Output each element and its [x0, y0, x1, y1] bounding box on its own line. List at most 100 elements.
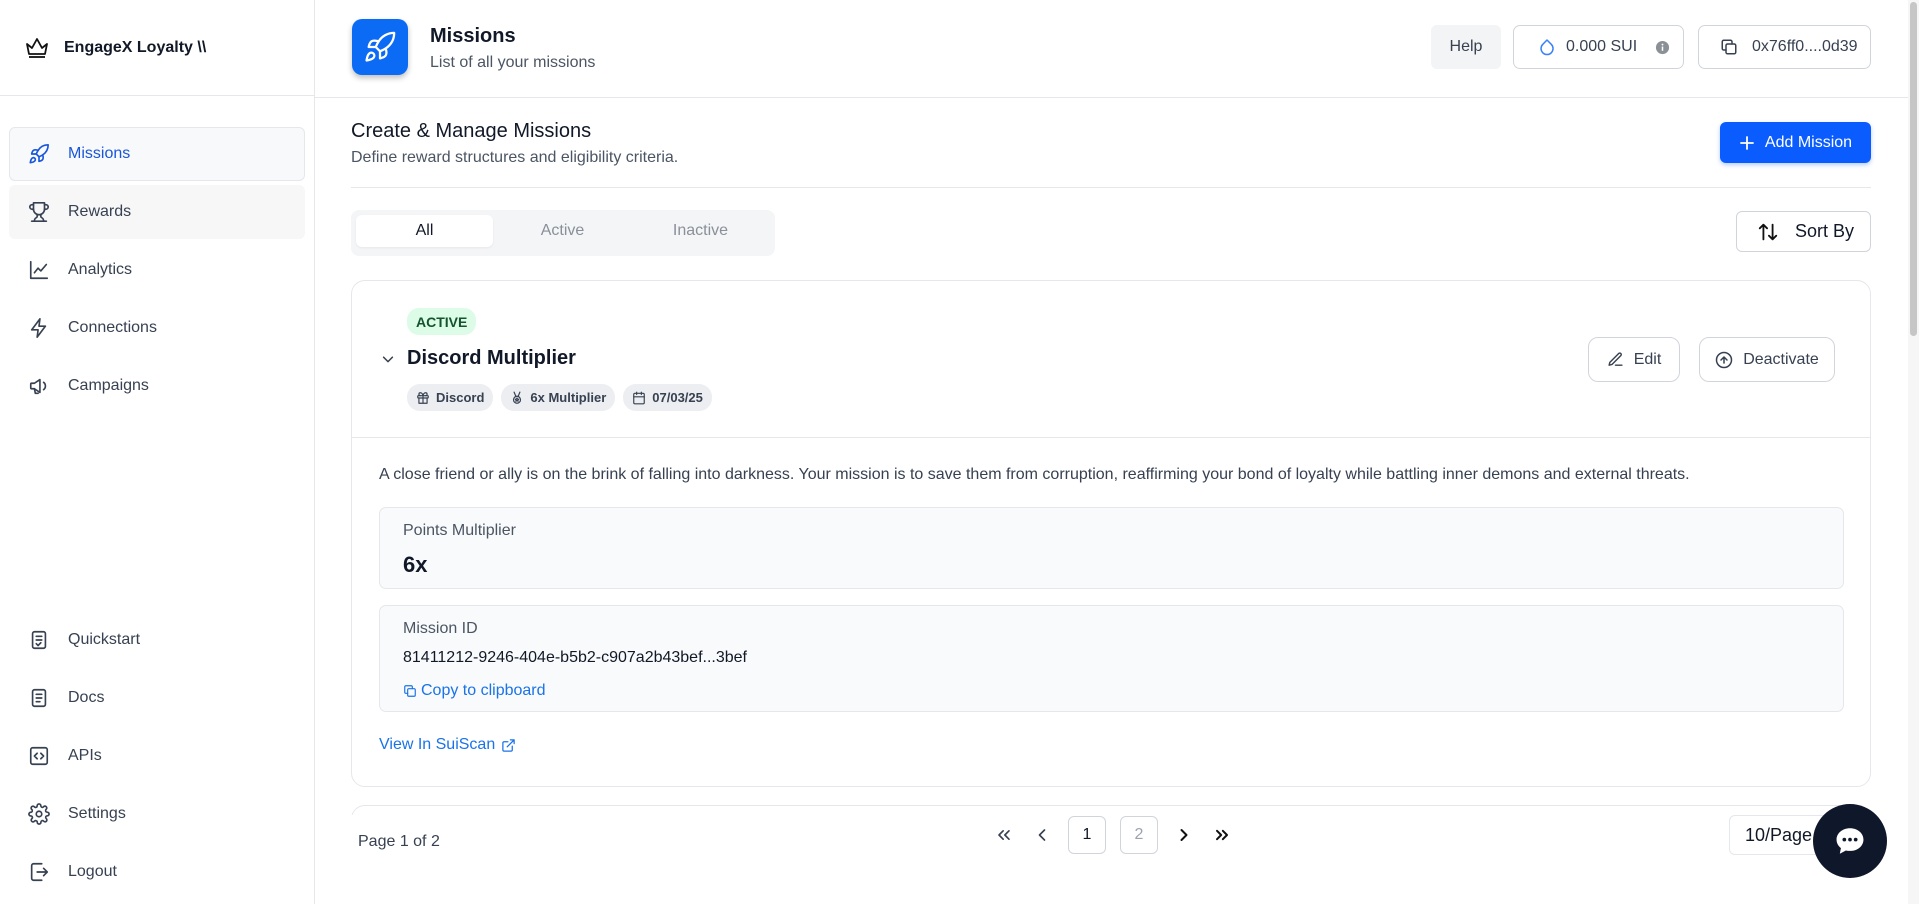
tab-all[interactable]: All	[356, 215, 493, 247]
sidebar-item-docs[interactable]: Docs	[9, 670, 305, 725]
sidebar-item-label: Quickstart	[68, 630, 141, 648]
sidebar-item-logout[interactable]: Logout	[9, 844, 305, 899]
document-icon	[28, 687, 50, 709]
sidebar-item-label: Docs	[68, 688, 105, 706]
tab-inactive[interactable]: Inactive	[632, 215, 769, 247]
wallet-address: 0x76ff0....0d39	[1752, 38, 1858, 55]
rocket-icon	[28, 143, 50, 165]
plus-icon	[1739, 135, 1755, 151]
points-multiplier-label: Points Multiplier	[403, 522, 516, 539]
pager: 1 2	[985, 815, 1241, 855]
megaphone-icon	[28, 375, 50, 397]
sidebar-item-label: Settings	[68, 804, 126, 822]
sidebar-item-campaigns[interactable]: Campaigns	[9, 359, 305, 413]
mission-tags: Discord 6x Multiplier 07/03/25	[407, 384, 712, 411]
top-header: Missions List of all your missions Help …	[315, 0, 1919, 98]
arrow-up-circle-icon	[1715, 351, 1733, 369]
sidebar-item-connections[interactable]: Connections	[9, 301, 305, 355]
status-badge: ACTIVE	[407, 308, 477, 335]
sidebar-item-rewards[interactable]: Rewards	[9, 185, 305, 239]
help-button[interactable]: Help	[1431, 25, 1501, 69]
section-title: Create & Manage Missions	[351, 120, 592, 142]
points-multiplier-panel: Points Multiplier 6x	[379, 507, 1844, 589]
sidebar-item-label: Campaigns	[68, 377, 149, 394]
brand[interactable]: EngageX Loyalty \\	[0, 0, 314, 96]
logout-icon	[28, 861, 50, 883]
sidebar-item-label: APIs	[68, 746, 102, 764]
wallet-address-button[interactable]: 0x76ff0....0d39	[1698, 25, 1871, 69]
mission-id-panel: Mission ID 81411212-9246-404e-b5b2-c907a…	[379, 605, 1844, 712]
sort-by-label: Sort By	[1795, 221, 1855, 241]
section-subtitle: Define reward structures and eligibility…	[351, 149, 679, 166]
medal-icon	[510, 391, 524, 405]
sidebar-item-missions[interactable]: Missions	[9, 127, 305, 181]
chevron-down-icon[interactable]	[381, 352, 395, 366]
view-in-suiscan-label: View In SuiScan	[379, 736, 496, 753]
sidebar-item-label: Connections	[68, 319, 157, 336]
mission-id-label: Mission ID	[403, 620, 478, 637]
page-2-button[interactable]: 2	[1120, 816, 1158, 854]
chat-bubble-icon	[1833, 824, 1867, 858]
pagination-bar: Page 1 of 2 1 2 10/Page	[315, 815, 1908, 904]
view-in-suiscan-link[interactable]: View In SuiScan	[379, 736, 516, 754]
chat-widget-button[interactable]	[1813, 804, 1887, 878]
gear-icon	[28, 802, 50, 825]
gift-icon	[416, 391, 430, 405]
tag-multiplier: 6x Multiplier	[501, 384, 616, 411]
tab-active[interactable]: Active	[494, 215, 631, 247]
sort-arrows-icon	[1757, 221, 1779, 243]
calendar-icon	[632, 391, 646, 405]
logo-icon	[24, 36, 50, 60]
balance-button[interactable]: 0.000 SUI	[1513, 25, 1684, 69]
last-page-icon[interactable]	[1203, 816, 1241, 854]
missions-rocket-icon	[352, 19, 408, 75]
sidebar-item-analytics[interactable]: Analytics	[9, 243, 305, 297]
mission-id-value: 81411212-9246-404e-b5b2-c907a2b43bef...3…	[403, 649, 747, 666]
first-page-icon[interactable]	[985, 816, 1023, 854]
page-scrollbar[interactable]	[1908, 0, 1919, 904]
sidebar-item-label: Analytics	[68, 261, 133, 278]
tag-label: 07/03/25	[652, 390, 703, 405]
deactivate-button[interactable]: Deactivate	[1699, 337, 1835, 382]
scrollbar-thumb[interactable]	[1910, 2, 1917, 336]
status-tabs: All Active Inactive	[351, 210, 775, 256]
clipboard-check-icon	[28, 629, 50, 651]
copy-to-clipboard-link[interactable]: Copy to clipboard	[403, 682, 546, 700]
sort-by-button[interactable]: Sort By	[1736, 211, 1871, 252]
info-icon[interactable]	[1655, 40, 1670, 55]
sidebar-item-label: Missions	[68, 145, 131, 162]
pencil-icon	[1607, 351, 1624, 368]
deactivate-label: Deactivate	[1743, 350, 1819, 368]
next-page-icon[interactable]	[1165, 816, 1203, 854]
page-title: Missions	[430, 25, 516, 47]
sidebar: EngageX Loyalty \\ Missions Rewards Anal…	[0, 0, 315, 904]
page-subtitle: List of all your missions	[430, 54, 596, 71]
code-icon	[28, 745, 50, 767]
sidebar-item-quickstart[interactable]: Quickstart	[9, 612, 305, 667]
tag-label: 6x Multiplier	[530, 390, 607, 405]
tag-label: Discord	[436, 390, 485, 405]
mission-title[interactable]: Discord Multiplier	[407, 347, 576, 370]
add-mission-button[interactable]: Add Mission	[1720, 122, 1871, 163]
brand-name: EngageX Loyalty \\	[64, 38, 207, 56]
copy-icon	[403, 684, 417, 698]
edit-label: Edit	[1633, 350, 1662, 368]
droplet-icon	[1538, 38, 1556, 56]
sidebar-item-settings[interactable]: Settings	[9, 786, 305, 841]
sidebar-item-label: Rewards	[68, 203, 132, 220]
copy-to-clipboard-label: Copy to clipboard	[421, 682, 546, 699]
edit-button[interactable]: Edit	[1588, 337, 1680, 382]
balance-value: 0.000 SUI	[1566, 38, 1638, 55]
prev-page-icon[interactable]	[1023, 816, 1061, 854]
page-1-button[interactable]: 1	[1068, 816, 1106, 854]
line-chart-icon	[28, 259, 50, 281]
add-mission-label: Add Mission	[1764, 133, 1853, 151]
mission-card-header: ACTIVE Discord Multiplier Discord 6x Mul…	[352, 281, 1870, 438]
sidebar-item-label: Logout	[68, 862, 117, 880]
secondary-nav: Quickstart Docs APIs Settings Logout	[9, 612, 305, 902]
lightning-icon	[28, 317, 50, 339]
tag-platform: Discord	[407, 384, 494, 411]
section-divider	[351, 187, 1871, 188]
sidebar-item-apis[interactable]: APIs	[9, 728, 305, 783]
page-info: Page 1 of 2	[358, 833, 440, 850]
